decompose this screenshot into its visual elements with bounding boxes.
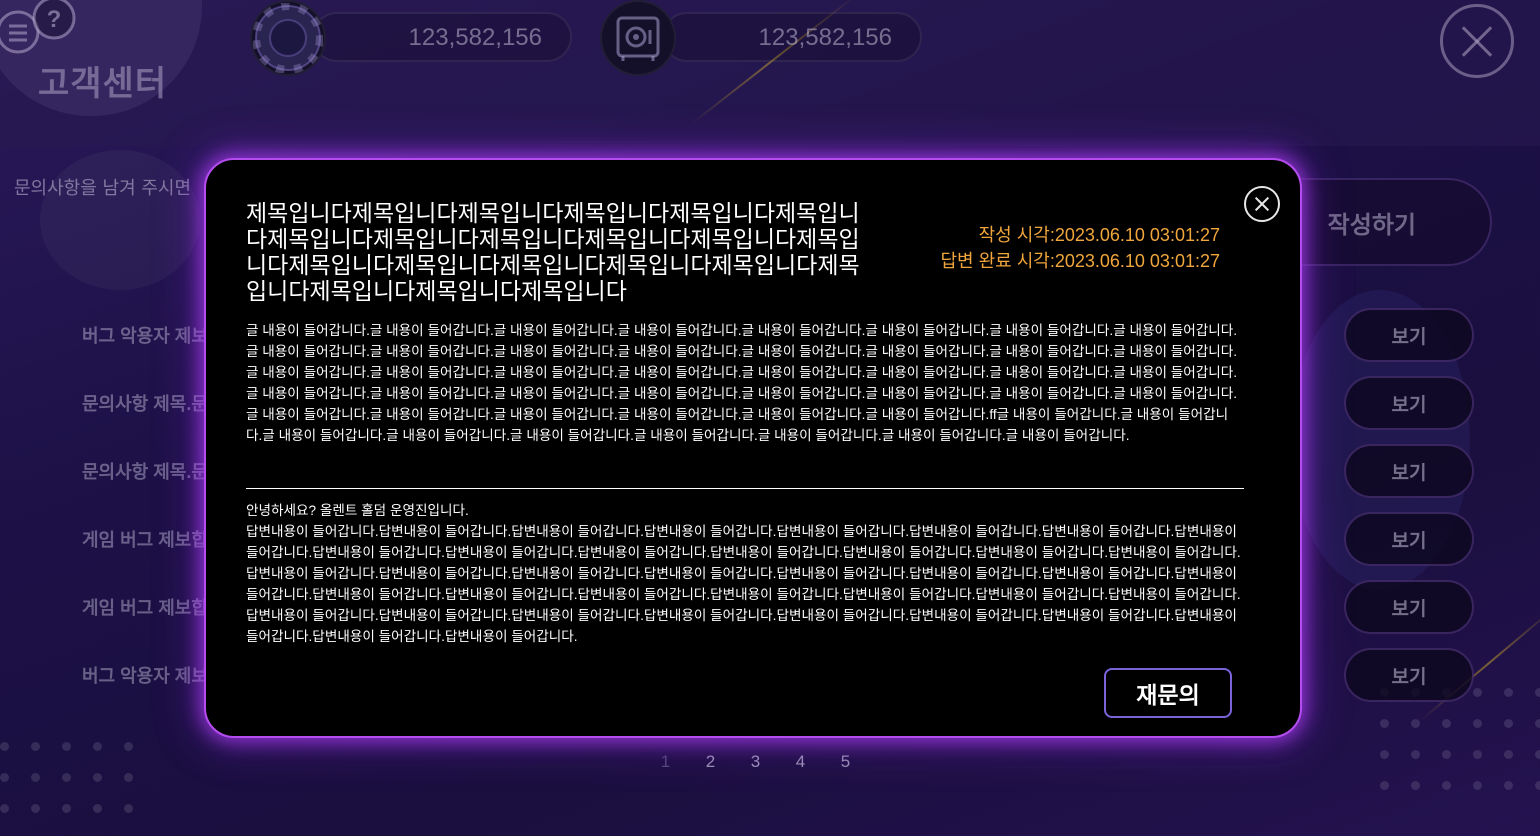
- view-button[interactable]: 보기: [1344, 308, 1474, 362]
- page-title: 고객센터: [38, 65, 168, 103]
- list-item-title: 게임 버그 제보합: [82, 598, 208, 618]
- view-button[interactable]: 보기: [1344, 444, 1474, 498]
- view-button[interactable]: 보기: [1344, 648, 1474, 702]
- inquiry-prompt: 문의사항을 남겨 주시면: [14, 178, 192, 199]
- view-button[interactable]: 보기: [1344, 512, 1474, 566]
- list-item-title: 문의사항 제목.문: [82, 394, 208, 414]
- chips-balance-value: 123,582,156: [408, 24, 542, 51]
- inquiry-title: 제목입니다제목입니다제목입니다제목입니다제목입니다제목입니다제목입니다제목입니다…: [246, 200, 860, 304]
- list-item-title: 버그 악용자 제보: [82, 326, 208, 346]
- answered-time: 답변 완료 시각:2023.06.10 03:01:27: [940, 251, 1220, 271]
- view-button[interactable]: 보기: [1344, 580, 1474, 634]
- dot-grid: [1380, 688, 1540, 790]
- inquiry-detail-modal: 제목입니다제목입니다제목입니다제목입니다제목입니다제목입니다제목입니다제목입니다…: [204, 158, 1302, 738]
- page-link-5[interactable]: 5: [836, 752, 855, 772]
- safe-icon: [600, 0, 676, 76]
- vault-balance-value: 123,582,156: [758, 24, 892, 51]
- vault-balance: 123,582,156: [662, 12, 922, 62]
- bg-circle: [40, 150, 200, 290]
- view-button[interactable]: 보기: [1344, 376, 1474, 430]
- dot-grid: [0, 742, 133, 813]
- list-item-title: 버그 악용자 제보: [82, 666, 208, 686]
- inquiry-timestamps: 작성 시각:2023.06.10 03:01:27 답변 완료 시각:2023.…: [940, 222, 1220, 274]
- list-item-title: 문의사항 제목.문: [82, 462, 208, 482]
- support-icon: ?: [0, 0, 76, 54]
- reinquiry-button[interactable]: 재문의: [1104, 668, 1232, 718]
- divider: [246, 488, 1244, 489]
- answer-greeting: 안녕하세요? 올렌트 홀덤 운영진입니다.: [246, 503, 469, 518]
- answer-body: 답변내용이 들어갑니다.답변내용이 들어갑니다.답변내용이 들어갑니다.답변내용…: [246, 524, 1241, 644]
- close-icon[interactable]: [1440, 4, 1514, 78]
- inquiry-body: 글 내용이 들어갑니다.글 내용이 들어갑니다.글 내용이 들어갑니다.글 내용…: [246, 323, 1238, 443]
- answer-section: 안녕하세요? 올렌트 홀덤 운영진입니다. 답변내용이 들어갑니다.답변내용이 …: [246, 500, 1242, 647]
- page-link-2[interactable]: 2: [701, 752, 720, 772]
- svg-text:?: ?: [47, 6, 62, 33]
- modal-close-icon[interactable]: [1244, 186, 1280, 222]
- page-link-3[interactable]: 3: [746, 752, 765, 772]
- chips-balance: 123,582,156: [312, 12, 572, 62]
- page-link-4[interactable]: 4: [791, 752, 810, 772]
- poker-chip-icon: [250, 0, 326, 76]
- created-time: 작성 시각:2023.06.10 03:01:27: [978, 225, 1220, 245]
- pagination: 1 2 3 4 5: [656, 752, 855, 772]
- page-link-1[interactable]: 1: [656, 752, 675, 772]
- list-item-title: 게임 버그 제보합: [82, 530, 208, 550]
